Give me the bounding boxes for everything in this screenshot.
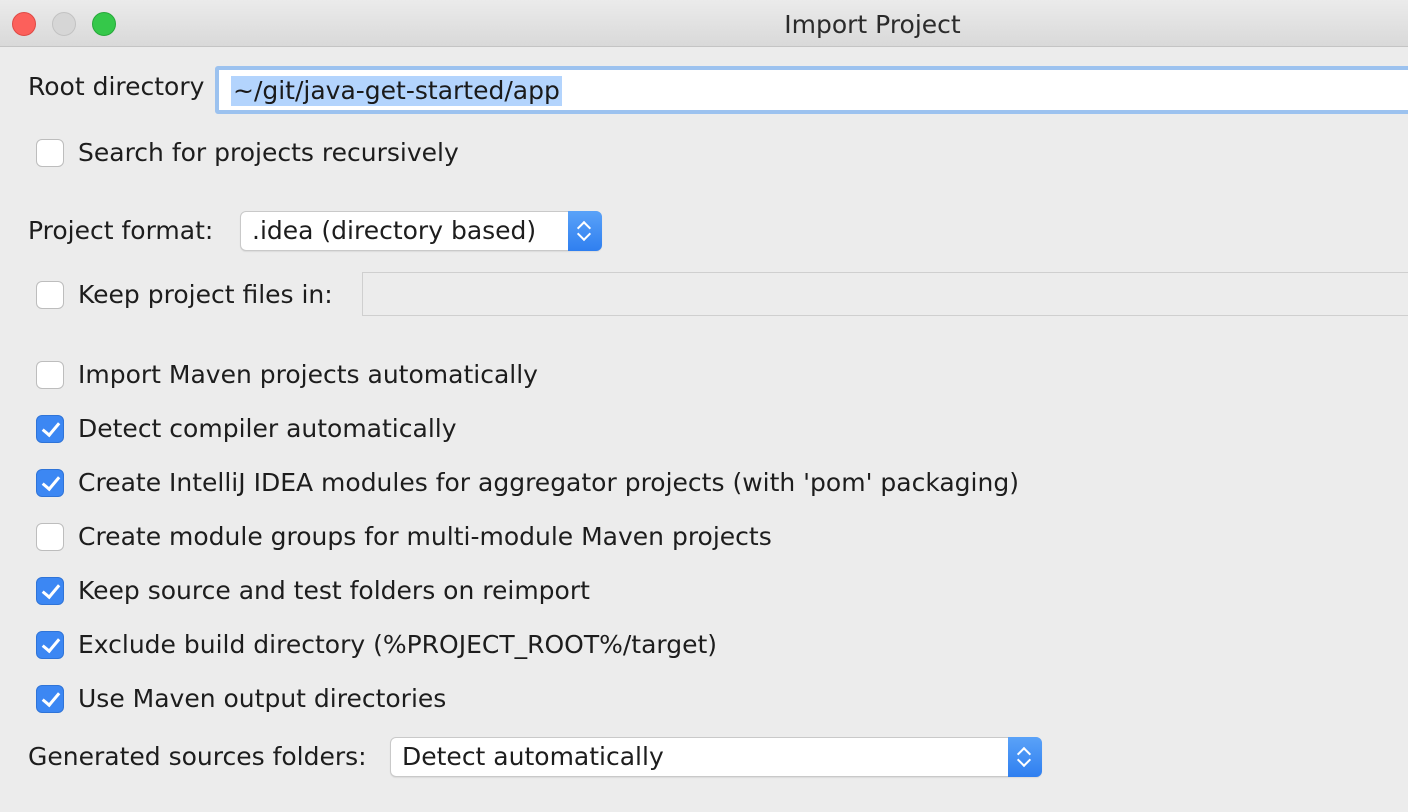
option-checkbox-detect-compiler[interactable] xyxy=(36,415,64,443)
project-format-value: .idea (directory based) xyxy=(252,216,537,245)
generated-sources-label: Generated sources folders: xyxy=(28,742,367,771)
generated-sources-value: Detect automatically xyxy=(402,742,664,771)
generated-sources-select[interactable]: Detect automatically xyxy=(390,737,1042,777)
option-label: Use Maven output directories xyxy=(78,684,447,713)
option-checkbox-import-maven[interactable] xyxy=(36,361,64,389)
option-label: Keep source and test folders on reimport xyxy=(78,576,590,605)
root-directory-label: Root directory xyxy=(28,72,205,101)
option-checkbox-keep-folders[interactable] xyxy=(36,577,64,605)
option-checkbox-create-modules[interactable] xyxy=(36,469,64,497)
select-arrows-icon xyxy=(1008,737,1042,777)
title-bar: Import Project xyxy=(0,0,1408,47)
option-label: Detect compiler automatically xyxy=(78,414,457,443)
root-directory-input[interactable]: ~/git/java-get-started/app xyxy=(215,66,1408,114)
option-checkbox-maven-output[interactable] xyxy=(36,685,64,713)
project-format-label: Project format: xyxy=(28,216,214,245)
search-recursively-label: Search for projects recursively xyxy=(78,138,459,167)
project-format-select[interactable]: .idea (directory based) xyxy=(240,211,602,251)
search-recursively-checkbox[interactable] xyxy=(36,139,64,167)
option-checkbox-exclude-build[interactable] xyxy=(36,631,64,659)
keep-project-files-label: Keep project files in: xyxy=(78,280,333,309)
keep-project-files-checkbox[interactable] xyxy=(36,281,64,309)
window-title: Import Project xyxy=(784,10,961,39)
select-arrows-icon xyxy=(568,211,602,251)
option-label: Import Maven projects automatically xyxy=(78,360,538,389)
option-checkbox-module-groups[interactable] xyxy=(36,523,64,551)
option-label: Exclude build directory (%PROJECT_ROOT%/… xyxy=(78,630,718,659)
option-label: Create module groups for multi-module Ma… xyxy=(78,522,772,551)
root-directory-value: ~/git/java-get-started/app xyxy=(231,76,562,106)
keep-project-files-input xyxy=(362,272,1408,316)
option-label: Create IntelliJ IDEA modules for aggrega… xyxy=(78,468,1019,497)
